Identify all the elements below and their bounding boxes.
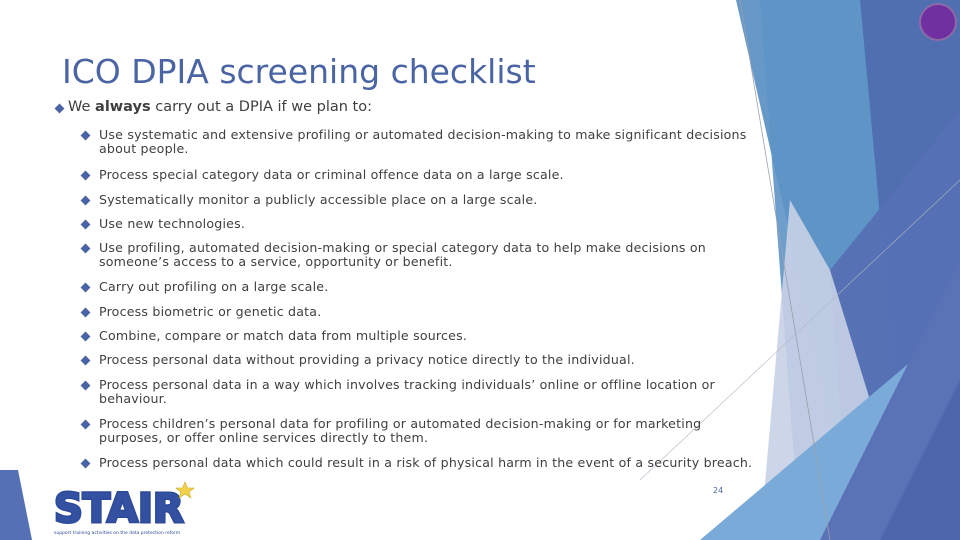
intro-prefix: We [68, 99, 96, 115]
slide-title: ICO DPIA screening checklist [62, 52, 536, 91]
intro-suffix: carry out a DPIA if we plan to: [150, 99, 372, 115]
intro-emphasis: always [95, 99, 151, 115]
item-line: someone’s access to a service, opportuni… [99, 253, 453, 269]
item-line: about people. [99, 140, 189, 156]
item-line: purposes, or offer online services direc… [99, 429, 429, 445]
item-line: Process special category data or crimina… [99, 167, 564, 182]
page-number: 24 [713, 486, 724, 495]
item-line: Use systematic and extensive profiling o… [99, 127, 747, 142]
item-line: Process biometric or genetic data. [99, 304, 322, 319]
stair-logo: STAIR STAIR support training activities … [53, 481, 195, 536]
item-line: Process personal data without providing … [99, 352, 635, 367]
logo-text-fill: STAIR [54, 486, 184, 532]
deco-shape-left [0, 470, 32, 540]
item-line: Systematically monitor a publicly access… [99, 192, 538, 207]
item-line: Process personal data in a way which inv… [99, 377, 715, 392]
slide: ICO DPIA screening checklist We always c… [0, 0, 960, 540]
item-line: Carry out profiling on a large scale. [99, 279, 329, 294]
item-line: Process personal data which could result… [99, 455, 753, 470]
logo-tagline: support training activities on the data … [54, 530, 180, 536]
item-line: Use new technologies. [99, 216, 246, 231]
item-line: Combine, compare or match data from mult… [99, 328, 468, 343]
purple-circle-marker [919, 3, 957, 41]
item-line: behaviour. [99, 390, 168, 406]
